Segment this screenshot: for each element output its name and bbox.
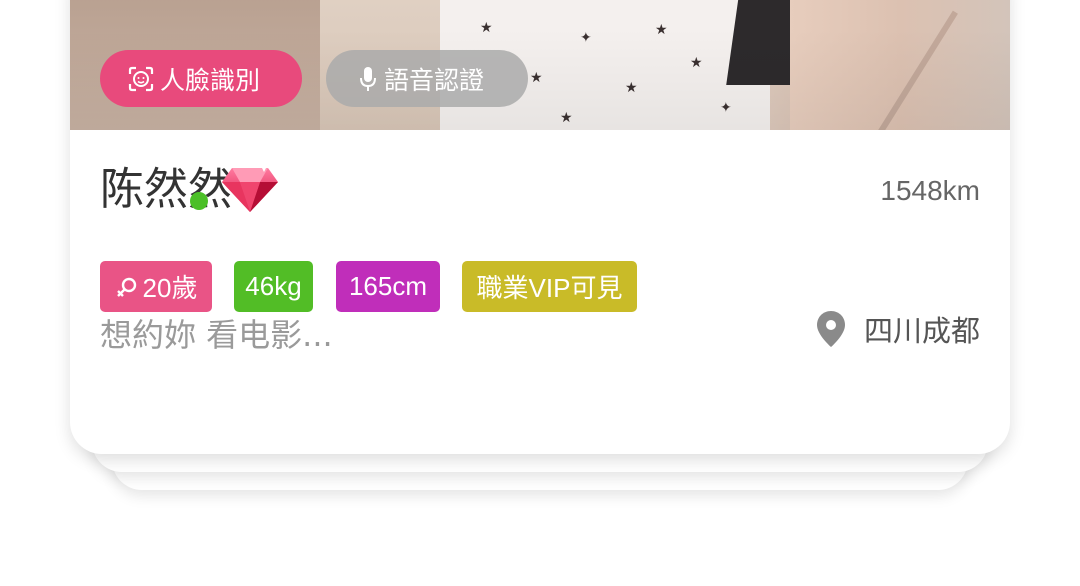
profile-name: 陈然然 xyxy=(100,164,232,215)
age-value: 20歲 xyxy=(142,273,198,303)
stage: ★ ★ ✦ ★ ★ ★ ✦ ★ xyxy=(0,0,1080,586)
voice-badge-label: 語音認證 xyxy=(384,65,485,95)
microphone-icon xyxy=(358,65,378,93)
weight-tag: 46kg xyxy=(234,261,313,312)
height-tag: 165cm xyxy=(336,261,440,312)
profile-photo[interactable]: ★ ★ ✦ ★ ★ ★ ✦ ★ xyxy=(70,0,1010,130)
distance-label: 1548km xyxy=(880,175,980,206)
profile-card[interactable]: ★ ★ ✦ ★ ★ ★ ✦ ★ xyxy=(70,0,1010,454)
face-scan-icon xyxy=(128,66,154,92)
age-tag: 20歲 xyxy=(100,261,212,312)
gem-icon xyxy=(220,160,280,218)
female-icon xyxy=(115,275,139,299)
location-label: 四川成都 xyxy=(863,314,980,348)
face-verified-badge: 人臉識別 xyxy=(100,50,302,107)
face-badge-label: 人臉識別 xyxy=(160,65,261,95)
online-status-dot xyxy=(190,192,208,210)
motto-text: 想約妳 看电影... xyxy=(100,316,333,354)
job-tag: 職業VIP可見 xyxy=(462,261,637,312)
voice-verified-badge: 語音認證 xyxy=(326,50,528,107)
location-pin-icon xyxy=(816,310,846,348)
location: 四川成都 xyxy=(816,308,980,350)
